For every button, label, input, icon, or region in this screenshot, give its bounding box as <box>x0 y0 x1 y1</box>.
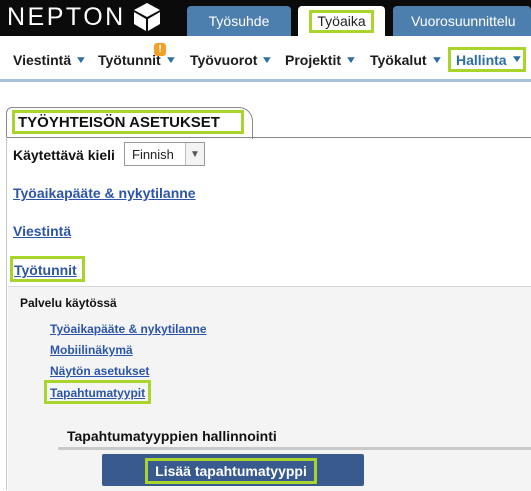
logo-text: NEPTON <box>7 2 126 31</box>
service-enabled-label: Palvelu käytössä <box>20 296 117 310</box>
nav-label: Hallinta <box>456 51 507 68</box>
tab-vuorosuunnittelu[interactable]: Vuorosuunnittelu <box>393 6 531 36</box>
nav-tyokalut[interactable]: Työkalut ▼ <box>370 51 443 69</box>
section-link-tyoaikapaate[interactable]: Työaikapääte & nykytilanne <box>13 185 196 201</box>
nepton-logo[interactable]: NEPTON <box>7 3 162 31</box>
nav-label: Työvuorot <box>190 52 258 68</box>
nav-projektit[interactable]: Projektit ▼ <box>285 51 358 69</box>
tab-label-highlighted: Työaika <box>309 9 374 33</box>
nav-hallinta[interactable]: Hallinta ▼ <box>448 47 526 72</box>
tab-label: Vuorosuunnittelu <box>411 13 516 29</box>
page-title: TYÖYHTEISÖN ASETUKSET <box>12 110 244 134</box>
nav-label: Työtunnit <box>98 52 161 68</box>
section-link-viestinta[interactable]: Viestintä <box>13 223 71 239</box>
language-select[interactable]: Finnish ▼ <box>124 142 205 166</box>
chevron-down-icon: ▼ <box>164 54 178 66</box>
tab-tyosuhde[interactable]: Työsuhde <box>187 6 291 36</box>
chevron-down-icon: ▼ <box>430 54 443 66</box>
sublink-mobiilinakyma[interactable]: Mobiilinäkymä <box>50 343 133 357</box>
page-divider <box>6 137 531 138</box>
logo-cube-icon <box>133 3 160 31</box>
language-value: Finnish <box>132 146 174 162</box>
notification-badge: ! <box>154 43 166 56</box>
tab-label: Työsuhde <box>208 13 270 29</box>
nav-label: Projektit <box>285 52 342 68</box>
nav-divider <box>0 79 531 82</box>
nav-label: Työkalut <box>370 52 427 68</box>
sublink-tapahtumatyypit[interactable]: Tapahtumatyypit <box>50 386 145 400</box>
tab-tyoaika[interactable]: Työaika <box>298 6 385 36</box>
nav-tyovuorot[interactable]: Työvuorot ▼ <box>190 51 274 69</box>
add-event-type-label[interactable]: Lisää tapahtumatyyppi <box>145 458 317 484</box>
chevron-down-icon: ▼ <box>260 54 274 66</box>
nav-label: Viestintä <box>13 52 72 68</box>
management-title: Tapahtumatyyppien hallinnointi <box>67 428 277 444</box>
left-border <box>6 137 7 490</box>
section-link-tyotunnit[interactable]: Työtunnit <box>14 262 77 278</box>
language-label: Käytettävä kieli <box>13 147 115 163</box>
chevron-down-icon: ▼ <box>185 143 204 165</box>
sublink-tyoaikapaate[interactable]: Työaikapääte & nykytilanne <box>50 322 207 336</box>
chevron-down-icon: ▼ <box>344 54 358 66</box>
management-divider <box>58 447 531 450</box>
chevron-down-icon: ▼ <box>74 54 88 66</box>
nav-viestinta[interactable]: Viestintä ▼ <box>13 51 88 69</box>
sublink-nayton-asetukset[interactable]: Näytön asetukset <box>50 364 149 378</box>
chevron-down-icon: ▼ <box>510 54 523 65</box>
